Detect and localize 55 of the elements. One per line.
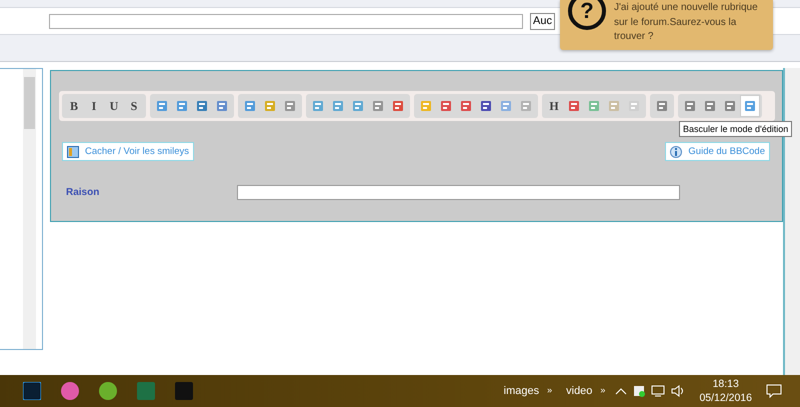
toolbar-button[interactable]: S [124, 95, 144, 117]
chevron-up-icon[interactable] [615, 387, 628, 395]
toolbar-icon [195, 99, 209, 113]
reason-field[interactable] [237, 185, 680, 200]
toolbar-icon [419, 99, 433, 113]
app-icon [23, 382, 41, 400]
toolbar-icon [283, 99, 297, 113]
toolbar-icon [331, 99, 345, 113]
toolbar-link[interactable]: video » [562, 385, 610, 397]
toolbar-icon [587, 99, 601, 113]
smileys-button[interactable]: Cacher / Voir les smileys [62, 142, 194, 161]
toolbar-icon [263, 99, 277, 113]
toolbar-icon [683, 99, 697, 113]
toolbar-icon [215, 99, 229, 113]
toolbar-icon [743, 99, 757, 113]
toolbar-icon [175, 99, 189, 113]
toolbar-icon [723, 99, 737, 113]
info-icon [670, 146, 682, 158]
notification-icon[interactable] [766, 384, 782, 398]
select-field[interactable]: Auc [530, 12, 555, 30]
app-icon [175, 382, 193, 400]
toolbar-icon [479, 99, 493, 113]
toolbar-icon [243, 99, 257, 113]
network-icon[interactable] [651, 385, 666, 397]
toolbar-icon [391, 99, 405, 113]
app-icon [99, 382, 117, 400]
toolbar-button[interactable]: U [104, 95, 124, 117]
toolbar-link[interactable]: images » [500, 385, 556, 397]
clock[interactable]: 18:13 05/12/2016 [699, 377, 752, 405]
scrollbar[interactable] [23, 69, 36, 349]
toolbar-icon [351, 99, 365, 113]
toolbar-icon [459, 99, 473, 113]
toolbar-button[interactable]: I [84, 95, 104, 117]
app-icon [137, 382, 155, 400]
tooltip: Basculer le mode d'édition [679, 121, 792, 137]
toolbar-icon [655, 99, 669, 113]
reason-label: Raison [66, 187, 100, 198]
toolbar-icon [311, 99, 325, 113]
toolbar-icon [519, 99, 533, 113]
toolbar-icon [371, 99, 385, 113]
question-icon: ? [568, 0, 606, 30]
volume-icon[interactable] [671, 385, 686, 397]
toolbar-icon [627, 99, 641, 113]
search-field[interactable] [49, 14, 523, 28]
toolbar-icon [439, 99, 453, 113]
toolbar-icon [499, 99, 513, 113]
toolbar-icon [567, 99, 581, 113]
panel-icon [67, 146, 79, 158]
app-icon [61, 382, 79, 400]
toolbar-icon [703, 99, 717, 113]
toolbar-icon [607, 99, 621, 113]
toolbar-button[interactable]: H [544, 95, 564, 117]
toolbar-icon [155, 99, 169, 113]
toolbar-button[interactable]: B [64, 95, 84, 117]
notification-text: J'ai ajouté une nouvelle rubrique sur le forum.Saurez-vous la trouver ? [614, 1, 759, 44]
